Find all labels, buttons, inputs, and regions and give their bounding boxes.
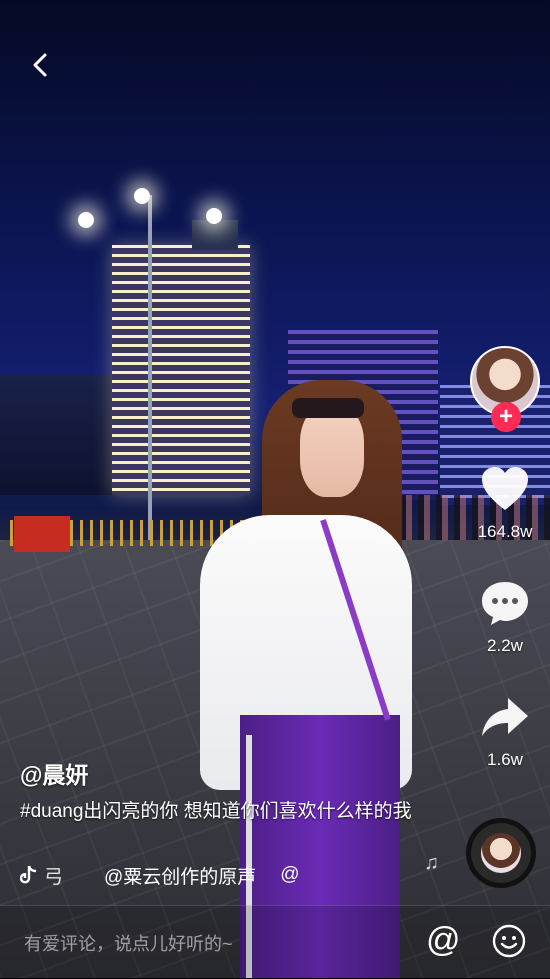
follow-button[interactable]: + <box>491 402 521 432</box>
share-arrow-icon <box>482 698 528 736</box>
music-prefix: 弓 <box>44 866 64 888</box>
like-button[interactable]: 164.8w <box>470 464 540 542</box>
share-count: 1.6w <box>487 750 523 769</box>
comment-count: 2.2w <box>487 636 523 655</box>
mention-button[interactable]: @ <box>426 920 461 960</box>
music-suffix: @ <box>280 864 300 885</box>
video-frame[interactable] <box>0 0 550 978</box>
music-notes-icon: ♫ <box>424 852 439 874</box>
comment-button[interactable]: 2.2w <box>470 578 540 656</box>
heart-icon <box>482 467 528 510</box>
building <box>0 375 112 495</box>
building <box>112 220 250 495</box>
music-disc-button[interactable] <box>466 818 536 888</box>
lamp-light <box>134 188 150 204</box>
back-button[interactable] <box>26 50 56 80</box>
like-count: 164.8w <box>477 522 533 541</box>
person-headband <box>292 398 364 418</box>
person-face <box>300 405 364 497</box>
smiley-icon[interactable] <box>492 924 526 958</box>
comment-bar: 有爱评论，说点儿好听的~ @ <box>0 905 550 979</box>
comment-input[interactable]: 有爱评论，说点儿好听的~ <box>24 930 233 956</box>
share-button[interactable]: 1.6w <box>470 692 540 770</box>
lamp-light <box>78 212 94 228</box>
music-cover <box>481 833 521 873</box>
video-caption: #duang出闪亮的你 想知道你们喜欢什么样的我 <box>20 801 412 822</box>
street-lamp <box>148 195 152 550</box>
music-title: @粟云创作的原声 <box>104 866 257 888</box>
lamp-light <box>206 208 222 224</box>
chevron-left-icon <box>33 53 47 77</box>
author-username[interactable]: @晨妍 <box>20 756 88 790</box>
music-ticker[interactable]: 弓 @粟云创作的原声 @ <box>20 862 320 888</box>
comment-bubble-icon <box>482 582 528 625</box>
music-note-icon <box>20 865 37 884</box>
barrier <box>14 516 70 552</box>
author-avatar-button[interactable]: + <box>470 346 540 432</box>
